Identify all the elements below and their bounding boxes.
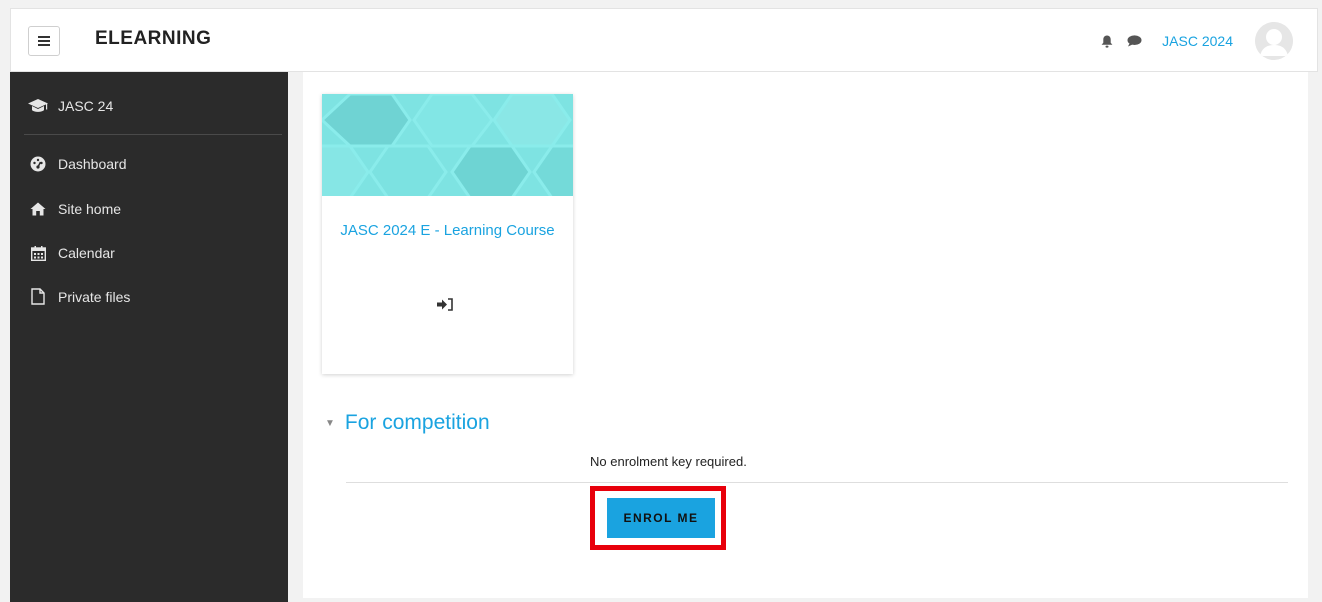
sidebar-divider	[24, 134, 282, 135]
dashboard-icon	[28, 156, 48, 172]
sidebar-item-label: Private files	[58, 288, 131, 305]
avatar[interactable]	[1255, 22, 1293, 60]
section-divider	[346, 482, 1288, 483]
sidebar-item-site-home[interactable]: Site home	[28, 201, 121, 217]
sidebar-item-private-files[interactable]: Private files	[28, 288, 130, 305]
file-icon	[28, 288, 48, 305]
home-icon	[28, 202, 48, 216]
sidebar-item-calendar[interactable]: Calendar	[28, 245, 115, 261]
enrol-sign-in-icon	[437, 298, 457, 314]
sidebar-item-label: JASC 24	[58, 98, 114, 114]
hamburger-icon	[38, 36, 50, 46]
sidebar-item-course[interactable]: JASC 24	[28, 98, 113, 114]
enrolment-note: No enrolment key required.	[590, 454, 747, 469]
course-card-image	[322, 94, 573, 196]
course-card[interactable]: JASC 2024 E - Learning Course	[322, 94, 573, 374]
menu-toggle-button[interactable]	[28, 26, 60, 56]
main-content: JASC 2024 E - Learning Course ▼ For comp…	[303, 72, 1308, 598]
user-name-link[interactable]: JASC 2024	[1162, 33, 1233, 49]
graduation-cap-icon	[28, 99, 48, 113]
calendar-icon	[28, 245, 48, 261]
section-title: For competition	[344, 411, 490, 434]
top-navbar: ELEARNING JASC 2024	[10, 8, 1318, 72]
section-toggle[interactable]: ▼ For competition	[325, 411, 490, 435]
chat-icon[interactable]	[1127, 35, 1142, 47]
caret-down-icon: ▼	[325, 417, 335, 429]
course-title-link[interactable]: JASC 2024 E - Learning Course	[322, 220, 573, 242]
sidebar-item-dashboard[interactable]: Dashboard	[28, 156, 127, 172]
sidebar-item-label: Site home	[58, 201, 122, 217]
bell-icon[interactable]	[1101, 35, 1113, 48]
sidebar-item-label: Calendar	[58, 245, 115, 261]
site-brand[interactable]: ELEARNING	[95, 28, 211, 50]
navbar-right: JASC 2024	[1101, 19, 1293, 63]
sidebar-item-label: Dashboard	[58, 156, 127, 172]
sidebar-nav: JASC 24 Dashboard Site home Calendar Pri…	[10, 72, 288, 602]
enrol-me-button[interactable]: ENROL ME	[607, 498, 715, 538]
